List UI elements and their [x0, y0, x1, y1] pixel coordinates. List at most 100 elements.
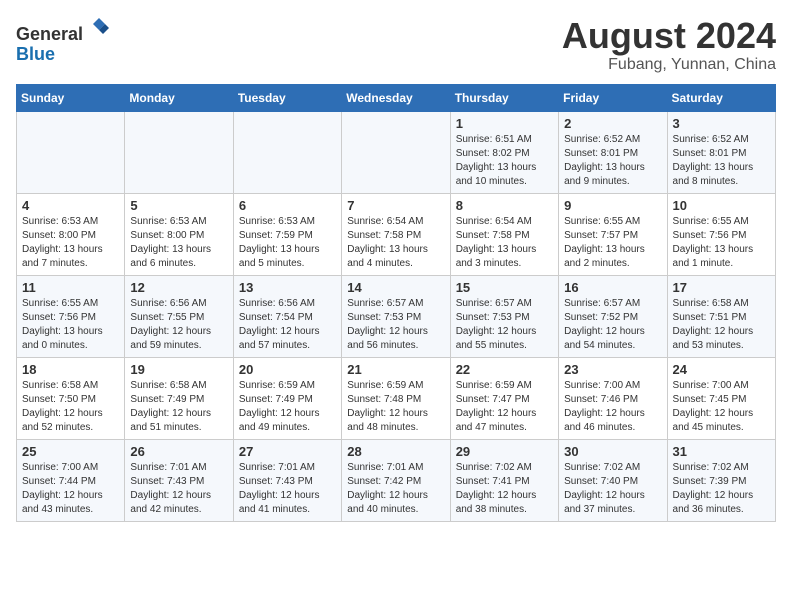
day-cell [125, 111, 233, 193]
week-row-5: 25Sunrise: 7:00 AMSunset: 7:44 PMDayligh… [17, 439, 776, 521]
day-cell: 10 Sunrise: 6:55 AMSunset: 7:56 PMDayligh… [667, 193, 775, 275]
day-number: 5 [130, 198, 227, 213]
day-number: 13 [239, 280, 336, 295]
day-cell: 27 Sunrise: 7:01 AMSunset: 7:43 PMDayligh… [233, 439, 341, 521]
day-number: 22 [456, 362, 553, 377]
day-info: Sunrise: 6:57 AMSunset: 7:53 PMDaylight:… [456, 297, 553, 353]
day-info: Sunrise: 7:00 AMSunset: 7:45 PMDaylight:… [673, 379, 770, 435]
day-cell [342, 111, 450, 193]
logo-icon [85, 16, 109, 40]
day-number: 30 [564, 444, 661, 459]
day-number: 17 [673, 280, 770, 295]
day-number: 23 [564, 362, 661, 377]
day-number: 28 [347, 444, 444, 459]
day-info: Sunrise: 6:55 AMSunset: 7:57 PMDaylight:… [564, 215, 661, 271]
day-info: Sunrise: 6:54 AMSunset: 7:58 PMDaylight:… [347, 215, 444, 271]
day-info: Sunrise: 7:01 AMSunset: 7:42 PMDaylight:… [347, 461, 444, 517]
location: Fubang, Yunnan, China [562, 56, 776, 74]
day-number: 6 [239, 198, 336, 213]
day-cell: 28 Sunrise: 7:01 AMSunset: 7:42 PMDayligh… [342, 439, 450, 521]
day-info: Sunrise: 7:00 AMSunset: 7:46 PMDaylight:… [564, 379, 661, 435]
logo-general-text: General [16, 24, 83, 44]
day-cell: 3 Sunrise: 6:52 AMSunset: 8:01 PMDaylight… [667, 111, 775, 193]
day-number: 21 [347, 362, 444, 377]
week-row-3: 11Sunrise: 6:55 AMSunset: 7:56 PMDayligh… [17, 275, 776, 357]
day-info: Sunrise: 6:58 AMSunset: 7:49 PMDaylight:… [130, 379, 227, 435]
month-title: August 2024 [562, 16, 776, 56]
weekday-header-saturday: Saturday [667, 84, 775, 111]
title-area: August 2024 Fubang, Yunnan, China [562, 16, 776, 74]
day-cell: 12Sunrise: 6:56 AMSunset: 7:55 PMDayligh… [125, 275, 233, 357]
day-cell: 6 Sunrise: 6:53 AMSunset: 7:59 PMDaylight… [233, 193, 341, 275]
day-info: Sunrise: 6:58 AMSunset: 7:50 PMDaylight:… [22, 379, 119, 435]
week-row-4: 18 Sunrise: 6:58 AMSunset: 7:50 PMDayligh… [17, 357, 776, 439]
weekday-header-wednesday: Wednesday [342, 84, 450, 111]
day-cell: 2 Sunrise: 6:52 AMSunset: 8:01 PMDaylight… [559, 111, 667, 193]
day-info: Sunrise: 6:53 AMSunset: 8:00 PMDaylight:… [130, 215, 227, 271]
day-cell: 17 Sunrise: 6:58 AMSunset: 7:51 PMDayligh… [667, 275, 775, 357]
day-cell: 20 Sunrise: 6:59 AMSunset: 7:49 PMDayligh… [233, 357, 341, 439]
day-info: Sunrise: 6:57 AMSunset: 7:53 PMDaylight:… [347, 297, 444, 353]
calendar-table: SundayMondayTuesdayWednesdayThursdayFrid… [16, 84, 776, 522]
weekday-header-friday: Friday [559, 84, 667, 111]
day-cell: 7Sunrise: 6:54 AMSunset: 7:58 PMDaylight… [342, 193, 450, 275]
day-info: Sunrise: 6:54 AMSunset: 7:58 PMDaylight:… [456, 215, 553, 271]
day-cell: 13 Sunrise: 6:56 AMSunset: 7:54 PMDayligh… [233, 275, 341, 357]
day-cell: 15 Sunrise: 6:57 AMSunset: 7:53 PMDayligh… [450, 275, 558, 357]
day-number: 15 [456, 280, 553, 295]
day-info: Sunrise: 7:01 AMSunset: 7:43 PMDaylight:… [239, 461, 336, 517]
day-cell: 18 Sunrise: 6:58 AMSunset: 7:50 PMDayligh… [17, 357, 125, 439]
day-number: 10 [673, 198, 770, 213]
day-cell: 5 Sunrise: 6:53 AMSunset: 8:00 PMDaylight… [125, 193, 233, 275]
day-number: 12 [130, 280, 227, 295]
day-cell [17, 111, 125, 193]
day-number: 27 [239, 444, 336, 459]
day-info: Sunrise: 7:02 AMSunset: 7:41 PMDaylight:… [456, 461, 553, 517]
day-info: Sunrise: 6:59 AMSunset: 7:48 PMDaylight:… [347, 379, 444, 435]
day-info: Sunrise: 6:55 AMSunset: 7:56 PMDaylight:… [22, 297, 119, 353]
logo: General Blue [16, 16, 109, 65]
day-info: Sunrise: 7:02 AMSunset: 7:40 PMDaylight:… [564, 461, 661, 517]
day-number: 14 [347, 280, 444, 295]
day-cell: 29 Sunrise: 7:02 AMSunset: 7:41 PMDayligh… [450, 439, 558, 521]
day-number: 29 [456, 444, 553, 459]
day-cell: 22Sunrise: 6:59 AMSunset: 7:47 PMDayligh… [450, 357, 558, 439]
day-number: 18 [22, 362, 119, 377]
day-cell: 16Sunrise: 6:57 AMSunset: 7:52 PMDayligh… [559, 275, 667, 357]
day-info: Sunrise: 6:55 AMSunset: 7:56 PMDaylight:… [673, 215, 770, 271]
day-cell: 21 Sunrise: 6:59 AMSunset: 7:48 PMDayligh… [342, 357, 450, 439]
day-info: Sunrise: 6:56 AMSunset: 7:54 PMDaylight:… [239, 297, 336, 353]
day-number: 4 [22, 198, 119, 213]
weekday-header-tuesday: Tuesday [233, 84, 341, 111]
day-info: Sunrise: 6:59 AMSunset: 7:49 PMDaylight:… [239, 379, 336, 435]
day-cell: 1Sunrise: 6:51 AMSunset: 8:02 PMDaylight… [450, 111, 558, 193]
day-info: Sunrise: 6:58 AMSunset: 7:51 PMDaylight:… [673, 297, 770, 353]
day-info: Sunrise: 6:53 AMSunset: 7:59 PMDaylight:… [239, 215, 336, 271]
day-number: 24 [673, 362, 770, 377]
day-info: Sunrise: 6:57 AMSunset: 7:52 PMDaylight:… [564, 297, 661, 353]
day-cell: 14 Sunrise: 6:57 AMSunset: 7:53 PMDayligh… [342, 275, 450, 357]
day-cell: 4 Sunrise: 6:53 AMSunset: 8:00 PMDaylight… [17, 193, 125, 275]
day-number: 3 [673, 116, 770, 131]
day-cell: 25Sunrise: 7:00 AMSunset: 7:44 PMDayligh… [17, 439, 125, 521]
day-number: 9 [564, 198, 661, 213]
day-info: Sunrise: 7:02 AMSunset: 7:39 PMDaylight:… [673, 461, 770, 517]
day-info: Sunrise: 7:01 AMSunset: 7:43 PMDaylight:… [130, 461, 227, 517]
day-cell: 23 Sunrise: 7:00 AMSunset: 7:46 PMDayligh… [559, 357, 667, 439]
day-cell: 30 Sunrise: 7:02 AMSunset: 7:40 PMDayligh… [559, 439, 667, 521]
day-number: 25 [22, 444, 119, 459]
day-cell: 26Sunrise: 7:01 AMSunset: 7:43 PMDayligh… [125, 439, 233, 521]
weekday-header-monday: Monday [125, 84, 233, 111]
weekday-header-sunday: Sunday [17, 84, 125, 111]
day-number: 2 [564, 116, 661, 131]
day-cell: 9 Sunrise: 6:55 AMSunset: 7:57 PMDaylight… [559, 193, 667, 275]
day-info: Sunrise: 6:52 AMSunset: 8:01 PMDaylight:… [673, 133, 770, 189]
day-info: Sunrise: 6:52 AMSunset: 8:01 PMDaylight:… [564, 133, 661, 189]
day-info: Sunrise: 6:51 AMSunset: 8:02 PMDaylight:… [456, 133, 553, 189]
weekday-header-thursday: Thursday [450, 84, 558, 111]
day-cell [233, 111, 341, 193]
day-number: 20 [239, 362, 336, 377]
header: General Blue August 2024 Fubang, Yunnan,… [16, 16, 776, 74]
day-info: Sunrise: 6:53 AMSunset: 8:00 PMDaylight:… [22, 215, 119, 271]
day-number: 19 [130, 362, 227, 377]
